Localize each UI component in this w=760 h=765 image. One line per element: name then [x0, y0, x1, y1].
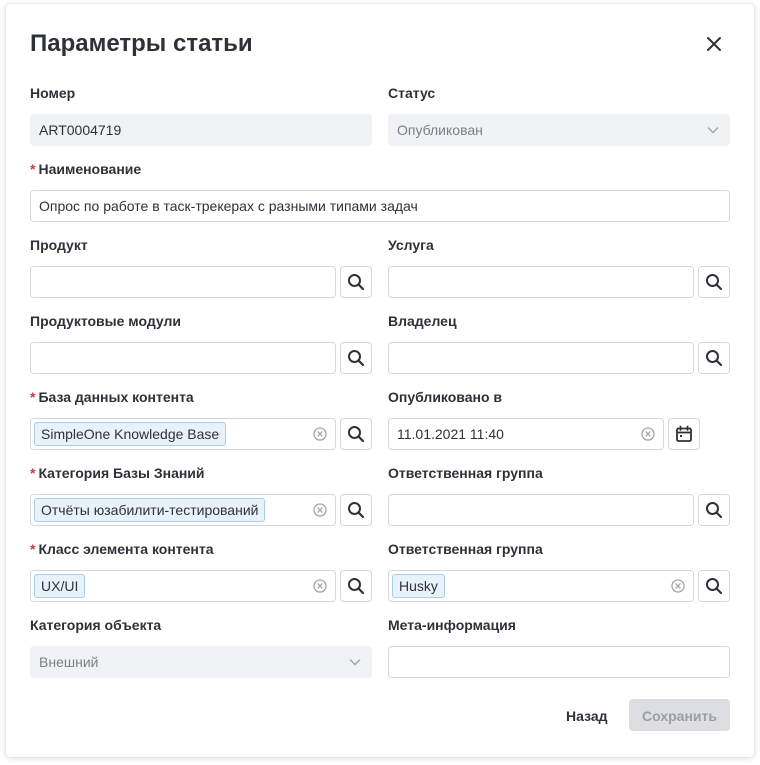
- clear-icon[interactable]: [313, 427, 327, 441]
- object-category-select: Внешний: [30, 646, 372, 678]
- close-button[interactable]: [702, 32, 726, 56]
- owner-search-button[interactable]: [698, 342, 730, 374]
- name-input[interactable]: Опрос по работе в таск-трекерах с разным…: [30, 190, 730, 222]
- meta-info-label: Мета-информация: [388, 617, 516, 633]
- published-at-value: 11.01.2021 11:40: [397, 426, 504, 442]
- field-status: Статус Опубликован: [388, 84, 730, 146]
- kb-category-input[interactable]: Отчёты юзабилити-тестирований: [30, 494, 336, 526]
- owner-label: Владелец: [388, 313, 457, 329]
- content-db-input[interactable]: SimpleOne Knowledge Base: [30, 418, 336, 450]
- number-label: Номер: [30, 85, 76, 101]
- number-field: ART0004719: [30, 114, 372, 146]
- meta-info-input[interactable]: [388, 646, 730, 678]
- owner-input[interactable]: [388, 342, 694, 374]
- responsible-group-search-button[interactable]: [698, 570, 730, 602]
- field-meta-info: Мета-информация: [388, 616, 730, 678]
- responsible-group-label: Ответственная группа: [388, 465, 543, 481]
- object-category-label: Категория объекта: [30, 617, 162, 633]
- field-object-category: Категория объекта Внешний: [30, 616, 372, 678]
- clear-icon[interactable]: [313, 503, 327, 517]
- kb-category-search-button[interactable]: [340, 494, 372, 526]
- chevron-down-icon: [349, 658, 361, 666]
- product-modules-search-button[interactable]: [340, 342, 372, 374]
- clear-icon[interactable]: [313, 579, 327, 593]
- required-star: *: [30, 161, 36, 177]
- status-label: Статус: [388, 85, 436, 101]
- content-class-search-button[interactable]: [340, 570, 372, 602]
- clear-icon[interactable]: [641, 427, 655, 441]
- field-responsible-group-2: Ответственная группа Husky: [388, 540, 730, 602]
- required-star: *: [30, 389, 36, 405]
- content-class-label: * Класс элемента контента: [30, 541, 214, 557]
- kb-category-chip[interactable]: Отчёты юзабилити-тестирований: [34, 498, 266, 522]
- published-at-label: Опубликовано в: [388, 389, 503, 405]
- chevron-down-icon: [707, 126, 719, 134]
- search-icon: [348, 426, 365, 443]
- content-db-label: * База данных контента: [30, 389, 194, 405]
- search-icon: [348, 578, 365, 595]
- field-name: * Наименование Опрос по работе в таск-тре…: [30, 160, 730, 222]
- required-star: *: [30, 541, 36, 557]
- calendar-button[interactable]: [668, 418, 700, 450]
- product-input[interactable]: [30, 266, 336, 298]
- search-icon: [348, 274, 365, 291]
- product-label: Продукт: [30, 237, 88, 253]
- responsible-group-label: Ответственная группа: [388, 541, 543, 557]
- status-select: Опубликован: [388, 114, 730, 146]
- content-class-chip[interactable]: UX/UI: [34, 574, 86, 598]
- search-icon: [706, 578, 723, 595]
- field-content-db: * База данных контента SimpleOne Knowledg…: [30, 388, 372, 450]
- published-at-input[interactable]: 11.01.2021 11:40: [388, 418, 664, 450]
- field-kb-category: * Категория Базы Знаний Отчёты юзабилити-…: [30, 464, 372, 526]
- search-icon: [348, 350, 365, 367]
- field-number: Номер ART0004719: [30, 84, 372, 146]
- field-content-class: * Класс элемента контента UX/UI: [30, 540, 372, 602]
- field-product-modules: Продуктовые модули: [30, 312, 372, 374]
- close-icon: [707, 37, 721, 51]
- back-button[interactable]: Назад: [558, 700, 616, 732]
- clear-icon[interactable]: [671, 579, 685, 593]
- content-class-input[interactable]: UX/UI: [30, 570, 336, 602]
- status-value: Опубликован: [397, 122, 483, 138]
- save-button[interactable]: Сохранить: [629, 699, 730, 731]
- search-icon: [706, 274, 723, 291]
- calendar-icon: [676, 425, 692, 442]
- required-star: *: [30, 465, 36, 481]
- responsible-group-input[interactable]: [388, 494, 694, 526]
- field-product: Продукт: [30, 236, 372, 298]
- responsible-group-input[interactable]: Husky: [388, 570, 694, 602]
- content-db-chip[interactable]: SimpleOne Knowledge Base: [34, 422, 227, 446]
- field-published-at: Опубликовано в 11.01.2021 11:40: [388, 388, 730, 450]
- name-label: * Наименование: [30, 161, 142, 177]
- search-icon: [348, 502, 365, 519]
- product-modules-label: Продуктовые модули: [30, 313, 181, 329]
- product-modules-input[interactable]: [30, 342, 336, 374]
- field-responsible-group-1: Ответственная группа: [388, 464, 730, 526]
- search-icon: [706, 502, 723, 519]
- service-input[interactable]: [388, 266, 694, 298]
- search-icon: [706, 350, 723, 367]
- product-search-button[interactable]: [340, 266, 372, 298]
- content-db-search-button[interactable]: [340, 418, 372, 450]
- dialog-title: Параметры статьи: [30, 30, 253, 57]
- kb-category-label: * Категория Базы Знаний: [30, 465, 205, 481]
- responsible-group-search-button[interactable]: [698, 494, 730, 526]
- object-category-value: Внешний: [39, 654, 99, 670]
- field-service: Услуга: [388, 236, 730, 298]
- article-params-dialog: Параметры статьи Номер ART0004719 Статус…: [6, 4, 754, 757]
- field-owner: Владелец: [388, 312, 730, 374]
- responsible-group-chip[interactable]: Husky: [392, 574, 445, 598]
- service-label: Услуга: [388, 237, 434, 253]
- service-search-button[interactable]: [698, 266, 730, 298]
